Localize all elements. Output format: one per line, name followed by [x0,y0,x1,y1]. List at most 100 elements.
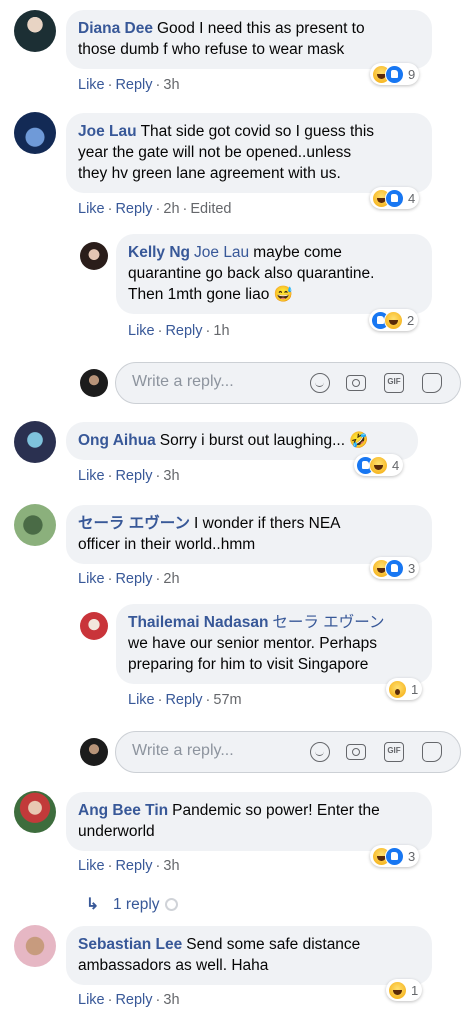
gif-icon[interactable]: GIF [384,373,404,393]
reaction-summary[interactable]: 3 [370,845,420,867]
comment-author[interactable]: Thailemai Nadasan [128,614,268,631]
reply-link[interactable]: Reply [115,77,152,93]
gif-icon[interactable]: GIF [384,742,404,762]
reaction-summary[interactable]: 4 [370,187,420,209]
reaction-summary[interactable]: 4 [354,454,404,476]
timestamp[interactable]: 2h [163,201,179,217]
timestamp[interactable]: 3h [163,468,179,484]
comment-author[interactable]: セーラ エヴーン [78,515,190,532]
reply-input[interactable]: Write a reply... [132,373,234,391]
reply-link[interactable]: Reply [165,323,202,339]
timestamp[interactable]: 1h [213,323,229,339]
mention-tag[interactable]: セーラ エヴーン [272,614,384,631]
timestamp[interactable]: 3h [163,992,179,1008]
camera-icon[interactable] [346,375,366,391]
comment-actions: Like · Reply · 3h [78,858,180,874]
like-link[interactable]: Like [128,692,155,708]
comment-text: That side got covid so I guess this [140,123,375,140]
comment-author[interactable]: Sebastian Lee [78,936,182,953]
loading-spinner-icon [164,898,178,911]
reply-bubble: Thailemai Nadasan セーラ エヴーン we have our se… [116,604,432,684]
reply-link[interactable]: Reply [165,692,202,708]
avatar[interactable] [80,242,108,270]
comment-author[interactable]: Diana Dee [78,20,153,37]
avatar[interactable] [14,10,56,52]
like-link[interactable]: Like [128,323,155,339]
avatar [80,369,108,397]
timestamp[interactable]: 3h [163,858,179,874]
reply-link[interactable]: Reply [115,571,152,587]
emoji-icon[interactable] [310,742,330,762]
timestamp[interactable]: 57m [213,692,241,708]
comment-bubble: Ang Bee Tin Pandemic so power! Enter the … [66,792,432,851]
comment-bubble: Joe Lau That side got covid so I guess th… [66,113,432,193]
avatar[interactable] [14,925,56,967]
reaction-summary[interactable]: 3 [370,557,420,579]
avatar [80,738,108,766]
comment-text: Then 1mth gone liao [128,286,270,303]
reaction-count: 1 [411,982,419,998]
avatar[interactable] [14,421,56,463]
sticker-icon[interactable] [422,373,442,393]
mention-tag[interactable]: Joe Lau [194,244,249,261]
sticker-icon[interactable] [422,742,442,762]
reaction-count: 3 [408,560,416,576]
comment-text: quarantine go back also quarantine. [128,265,375,282]
like-link[interactable]: Like [78,992,105,1008]
view-replies-label[interactable]: 1 reply [113,896,160,913]
like-icon [385,558,404,578]
comment-text: officer in their world..hmm [78,536,256,553]
comment-text: preparing for him to visit Singapore [128,656,369,673]
like-link[interactable]: Like [78,571,105,587]
comment-text: underworld [78,823,155,840]
reply-link[interactable]: Reply [115,992,152,1008]
haha-icon [369,455,388,475]
comment-text: maybe come [253,244,342,261]
like-icon [385,64,404,84]
like-link[interactable]: Like [78,77,105,93]
like-link[interactable]: Like [78,468,105,484]
timestamp[interactable]: 2h [163,571,179,587]
comment-author[interactable]: Joe Lau [78,123,137,140]
edited-label[interactable]: Edited [190,201,231,217]
avatar[interactable] [14,504,56,546]
avatar[interactable] [14,791,56,833]
camera-icon[interactable] [346,744,366,760]
like-link[interactable]: Like [78,201,105,217]
reaction-summary[interactable]: 9 [370,63,420,85]
comment-bubble: セーラ エヴーン I wonder if thers NEA officer in… [66,505,432,564]
reaction-count: 4 [392,457,400,473]
comment-author[interactable]: Kelly Ng [128,244,190,261]
comment-text: Good I need this as present to [156,20,365,37]
emoji: 😅 [273,286,293,303]
comment-text: they hv green lane agreement with us. [78,165,341,182]
reaction-count: 1 [411,681,419,697]
comment-bubble: Sebastian Lee Send some safe distance amb… [66,926,432,985]
reply-box[interactable]: Write a reply... GIF [115,362,461,404]
emoji: 🤣 [349,432,369,449]
haha-icon [384,310,403,330]
comment-text: those dumb f who refuse to wear mask [78,41,345,58]
emoji-icon[interactable] [310,373,330,393]
reply-box[interactable]: Write a reply... GIF [115,731,461,773]
comment-actions: Like · Reply · 3h [78,77,180,93]
reaction-summary[interactable]: 1 [386,979,423,1001]
timestamp[interactable]: 3h [163,77,179,93]
reaction-summary[interactable]: 2 [369,309,419,331]
view-replies-link[interactable]: ↳ 1 reply [86,895,178,914]
comment-author[interactable]: Ang Bee Tin [78,802,168,819]
wow-icon [388,679,407,699]
reply-link[interactable]: Reply [115,201,152,217]
avatar[interactable] [80,612,108,640]
avatar[interactable] [14,112,56,154]
comment-author[interactable]: Ong Aihua [78,432,156,449]
reply-input[interactable]: Write a reply... [132,742,234,760]
reply-link[interactable]: Reply [115,468,152,484]
reply-arrow-icon: ↳ [86,896,99,913]
like-icon [385,846,404,866]
reaction-summary[interactable]: 1 [386,678,423,700]
comment-text: Sorry i burst out laughing... [159,432,346,449]
like-link[interactable]: Like [78,858,105,874]
reply-link[interactable]: Reply [115,858,152,874]
comment-text: Send some safe distance [186,936,361,953]
